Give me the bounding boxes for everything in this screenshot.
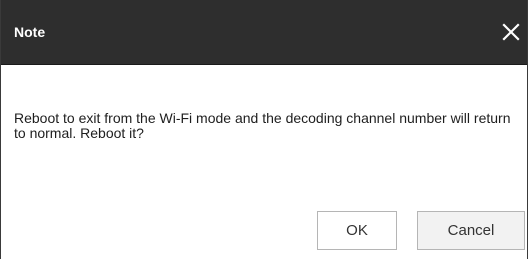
note-dialog: Note Reboot to exit from the Wi-Fi mode … (0, 0, 528, 259)
cancel-button[interactable]: Cancel (417, 211, 525, 250)
ok-button[interactable]: OK (317, 211, 397, 250)
dialog-title: Note (14, 24, 46, 40)
dialog-titlebar: Note (1, 0, 527, 65)
dialog-message: Reboot to exit from the Wi-Fi mode and t… (14, 110, 511, 141)
close-icon (502, 23, 520, 41)
close-button[interactable] (499, 20, 523, 44)
